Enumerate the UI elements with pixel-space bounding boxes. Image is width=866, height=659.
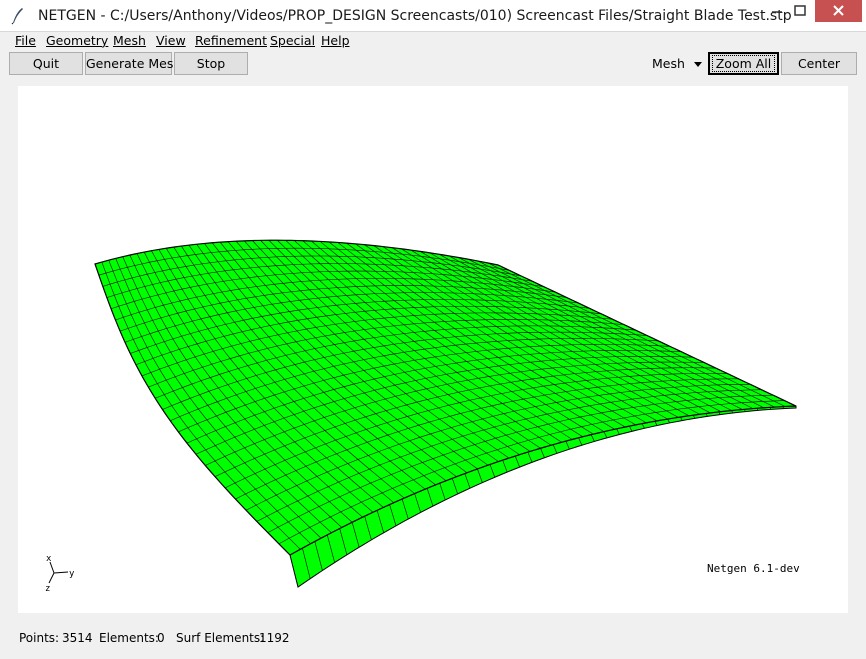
status-bar: Points: 3514 Elements: 0 Surf Elements: … xyxy=(0,628,866,648)
zoom-all-label: Zoom All xyxy=(711,55,776,72)
version-label: Netgen 6.1-dev xyxy=(707,562,800,575)
points-count: 3514 xyxy=(62,631,93,645)
menu-geometry[interactable]: Geometry xyxy=(46,33,108,48)
close-icon xyxy=(833,5,844,16)
maximize-icon xyxy=(794,5,806,16)
quill-icon xyxy=(11,8,23,25)
close-button[interactable] xyxy=(815,0,862,22)
menu-help[interactable]: Help xyxy=(321,33,350,48)
center-button[interactable]: Center xyxy=(781,52,857,75)
axis-z-label: z xyxy=(45,584,50,594)
title-bar: NETGEN - C:/Users/Anthony/Videos/PROP_DE… xyxy=(0,0,866,32)
view-mode-value: Mesh xyxy=(652,56,685,71)
window-title: NETGEN - C:/Users/Anthony/Videos/PROP_DE… xyxy=(38,8,792,24)
menu-refinement[interactable]: Refinement xyxy=(195,33,267,48)
axis-y-label: y xyxy=(69,569,75,579)
generate-mesh-button[interactable]: Generate Mesh xyxy=(85,52,181,75)
mesh-render[interactable] xyxy=(18,86,848,613)
elements-label: Elements: xyxy=(99,631,159,645)
menu-view[interactable]: View xyxy=(156,33,186,48)
stop-button[interactable]: Stop xyxy=(174,52,248,75)
blade-surface-mesh xyxy=(94,239,797,588)
axis-triad: x y z xyxy=(45,554,75,594)
points-label: Points: xyxy=(19,631,60,645)
zoom-all-button[interactable]: Zoom All xyxy=(708,52,779,75)
view-mode-select[interactable]: Mesh xyxy=(648,52,706,75)
surf-elements-label: Surf Elements: xyxy=(176,631,265,645)
surf-elements-count: 1192 xyxy=(259,631,290,645)
mesh-viewport[interactable]: x y z Netgen 6.1-dev xyxy=(18,86,848,613)
elements-count: 0 xyxy=(157,631,165,645)
menu-file[interactable]: File xyxy=(15,33,36,48)
menu-special[interactable]: Special xyxy=(270,33,315,48)
menu-mesh[interactable]: Mesh xyxy=(113,33,146,48)
quit-button[interactable]: Quit xyxy=(9,52,83,75)
triangle-down-icon xyxy=(694,62,702,67)
menu-bar: File Geometry Mesh View Refinement Speci… xyxy=(0,32,866,51)
axis-x-label: x xyxy=(46,554,52,564)
